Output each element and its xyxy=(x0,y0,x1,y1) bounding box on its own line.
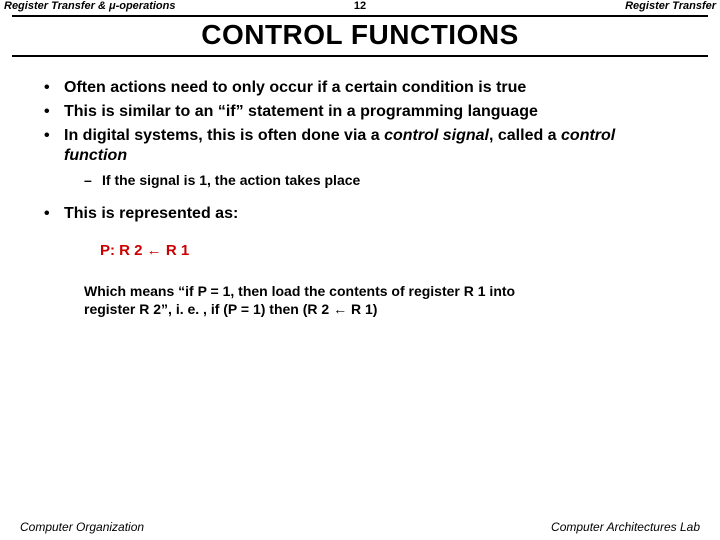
sub-bullet-1: If the signal is 1, the action takes pla… xyxy=(84,172,680,190)
slide-title: CONTROL FUNCTIONS xyxy=(12,19,708,51)
left-arrow-icon-2: ← xyxy=(333,301,347,317)
bullet-list: Often actions need to only occur if a ce… xyxy=(40,78,680,224)
header-page: 12 xyxy=(0,0,720,12)
header-bar: Register Transfer & μ-operations 12 Regi… xyxy=(0,0,720,14)
footer-right: Computer Architectures Lab xyxy=(551,520,700,534)
footer-left: Computer Organization xyxy=(20,520,144,534)
notation-line: P: R 2 ← R 1 xyxy=(100,242,680,261)
explanation-line-2: register R 2”, i. e. , if (P = 1) then (… xyxy=(84,300,674,318)
notation-p: P: R 2 xyxy=(100,242,143,259)
title-box: CONTROL FUNCTIONS xyxy=(12,15,708,57)
header-right: Register Transfer xyxy=(625,0,716,12)
explanation-block: Which means “if P = 1, then load the con… xyxy=(84,282,674,318)
bullet-3-signal: control signal xyxy=(384,127,489,144)
bullet-3: In digital systems, this is often done v… xyxy=(40,126,680,190)
bullet-2: This is similar to an “if” statement in … xyxy=(40,102,680,122)
explanation-line-2b: R 1) xyxy=(347,301,377,317)
explanation-line-1: Which means “if P = 1, then load the con… xyxy=(84,282,674,300)
bullet-3-text-a: In digital systems, this is often done v… xyxy=(64,127,384,144)
bullet-4: This is represented as: xyxy=(40,204,680,224)
slide: Register Transfer & μ-operations 12 Regi… xyxy=(0,0,720,540)
left-arrow-icon: ← xyxy=(143,242,166,259)
bullet-1: Often actions need to only occur if a ce… xyxy=(40,78,680,98)
sub-bullet-list: If the signal is 1, the action takes pla… xyxy=(84,172,680,190)
explanation-line-2a: register R 2”, i. e. , if (P = 1) then (… xyxy=(84,301,333,317)
notation-r1: R 1 xyxy=(166,242,189,259)
bullet-3-text-b: , called a xyxy=(489,127,561,144)
content-area: Often actions need to only occur if a ce… xyxy=(40,78,680,319)
